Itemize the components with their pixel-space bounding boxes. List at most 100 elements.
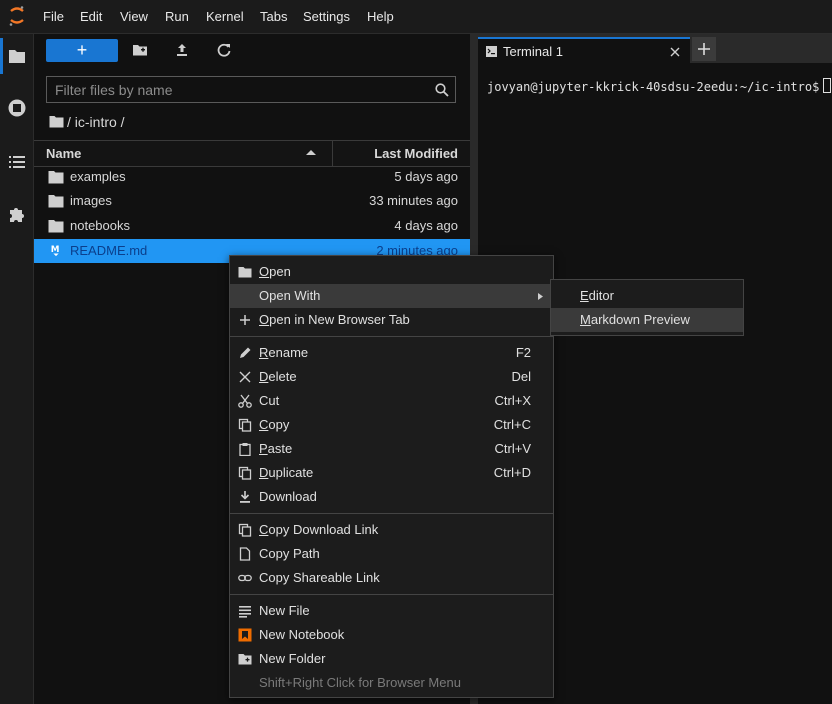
- menu-item-delete[interactable]: Delete Del: [230, 365, 553, 389]
- close-icon[interactable]: [670, 47, 680, 57]
- menu-item-copy-path[interactable]: Copy Path: [230, 542, 553, 566]
- add-tab-button[interactable]: [692, 37, 716, 61]
- label-rest: aste: [267, 441, 293, 456]
- file-name: notebooks: [70, 218, 130, 233]
- menu-item-cut[interactable]: Cut Ctrl+X: [230, 389, 553, 413]
- shortcut: Ctrl+C: [493, 417, 531, 432]
- menu-run[interactable]: Run: [165, 9, 189, 24]
- svg-text:M: M: [51, 245, 60, 255]
- new-launcher-button[interactable]: +: [46, 39, 118, 62]
- menu-item-open-with[interactable]: Open With: [230, 284, 553, 308]
- mnemonic: E: [580, 288, 589, 303]
- menu-item-label: Copy Download Link: [259, 522, 378, 537]
- tab-bar: Terminal 1: [478, 34, 832, 63]
- mnemonic: D: [259, 465, 269, 480]
- submenu-item-editor[interactable]: Editor: [551, 284, 743, 308]
- refresh-icon[interactable]: [216, 42, 232, 58]
- folder-icon[interactable]: [7, 46, 27, 66]
- menu-item-copy-download-link[interactable]: Copy Download Link: [230, 518, 553, 542]
- download-icon: [240, 491, 250, 503]
- menu-item-new-folder[interactable]: New Folder: [230, 647, 553, 671]
- tab-terminal-1[interactable]: Terminal 1: [478, 37, 690, 63]
- upload-icon[interactable]: [174, 42, 190, 58]
- menu-item-copy-shareable-link[interactable]: Copy Shareable Link: [230, 566, 553, 590]
- menu-item-new-notebook[interactable]: New Notebook: [230, 623, 553, 647]
- menu-item-rename[interactable]: Rename F2: [230, 341, 553, 365]
- menu-item-label: Open With: [259, 288, 321, 303]
- running-sessions-icon[interactable]: [7, 98, 27, 118]
- menu-item-label: Copy Shareable Link: [259, 570, 380, 585]
- breadcrumb-path[interactable]: / ic-intro /: [67, 114, 125, 130]
- label-rest: pen: [269, 264, 291, 279]
- label-rest: ditor: [588, 288, 614, 303]
- mnemonic: D: [259, 369, 269, 384]
- file-modified: 4 days ago: [394, 218, 458, 233]
- label-rest: arkdown Preview: [590, 312, 690, 327]
- column-name-header[interactable]: Name: [46, 146, 81, 161]
- menu-file[interactable]: File: [43, 9, 64, 24]
- terminal-icon: [486, 46, 497, 57]
- plus-icon: [698, 43, 710, 55]
- new-folder-icon: [238, 654, 252, 665]
- file-modified: 5 days ago: [394, 169, 458, 184]
- mnemonic: C: [259, 522, 269, 537]
- menu-separator: [230, 594, 553, 595]
- folder-icon[interactable]: [49, 115, 64, 128]
- menu-item-label: Duplicate: [259, 465, 313, 480]
- menu-separator: [230, 513, 553, 514]
- file-row-notebooks[interactable]: notebooks 4 days ago: [34, 214, 470, 238]
- open-with-submenu: Editor Markdown Preview: [550, 279, 744, 336]
- terminal-cursor: [823, 78, 832, 93]
- menu-item-new-file[interactable]: New File: [230, 599, 553, 623]
- menu-item-label: Cut: [259, 393, 280, 408]
- table-of-contents-icon[interactable]: [7, 152, 27, 172]
- menu-tabs[interactable]: Tabs: [260, 9, 287, 24]
- menu-item-label: Download: [259, 489, 317, 504]
- close-icon: [239, 371, 251, 383]
- mnemonic: O: [259, 264, 270, 279]
- file-name: README.md: [70, 243, 148, 258]
- menu-item-label: Markdown Preview: [580, 312, 690, 327]
- jupyter-logo-icon: [9, 6, 24, 26]
- menu-item-open-new-tab[interactable]: Open in New Browser Tab: [230, 308, 553, 332]
- shortcut: Del: [511, 369, 531, 384]
- column-last-modified-header[interactable]: Last Modified: [374, 146, 458, 161]
- menu-item-label: Delete: [259, 369, 297, 384]
- menu-item-label: Shift+Right Click for Browser Menu: [259, 675, 461, 690]
- terminal-prompt: jovyan@jupyter-kkrick-40sdsu-2eedu:~/ic-…: [487, 78, 832, 94]
- file-row-examples[interactable]: examples 5 days ago: [34, 165, 470, 189]
- menu-item-label: Editor: [580, 288, 614, 303]
- label-rest: opy Download Link: [268, 522, 379, 537]
- shortcut: Ctrl+D: [493, 465, 531, 480]
- file-name: images: [70, 193, 112, 208]
- menu-item-label: New Notebook: [259, 627, 345, 642]
- plus-icon: [240, 315, 250, 325]
- submenu-item-markdown-preview[interactable]: Markdown Preview: [551, 308, 743, 332]
- menu-item-duplicate[interactable]: Duplicate Ctrl+D: [230, 461, 553, 485]
- label-rest: pen in New Browser Tab: [269, 312, 410, 327]
- menu-edit[interactable]: Edit: [80, 9, 102, 24]
- mnemonic: M: [580, 312, 591, 327]
- prompt-text: jovyan@jupyter-kkrick-40sdsu-2eedu:~/ic-…: [487, 80, 820, 94]
- menu-item-paste[interactable]: Paste Ctrl+V: [230, 437, 553, 461]
- file-row-images[interactable]: images 33 minutes ago: [34, 189, 470, 213]
- filter-files-input[interactable]: [55, 80, 425, 100]
- menu-item-label: Open: [259, 264, 291, 279]
- menu-view[interactable]: View: [120, 9, 148, 24]
- menu-item-download[interactable]: Download: [230, 485, 553, 509]
- menu-item-label: New Folder: [259, 651, 326, 666]
- shortcut: Ctrl+X: [494, 393, 531, 408]
- menu-item-label: Copy: [259, 417, 289, 432]
- active-indicator: [0, 38, 3, 74]
- menu-help[interactable]: Help: [367, 9, 394, 24]
- new-folder-icon[interactable]: [132, 42, 148, 58]
- menu-kernel[interactable]: Kernel: [206, 9, 244, 24]
- shortcut: F2: [515, 345, 531, 360]
- menu-settings[interactable]: Settings: [303, 9, 350, 24]
- menu-item-copy[interactable]: Copy Ctrl+C: [230, 413, 553, 437]
- extension-puzzle-icon[interactable]: [7, 204, 27, 224]
- link-icon: [238, 574, 252, 582]
- menu-item-open[interactable]: Open: [230, 260, 553, 284]
- folder-icon: [48, 171, 64, 184]
- scissors-icon: [238, 394, 252, 408]
